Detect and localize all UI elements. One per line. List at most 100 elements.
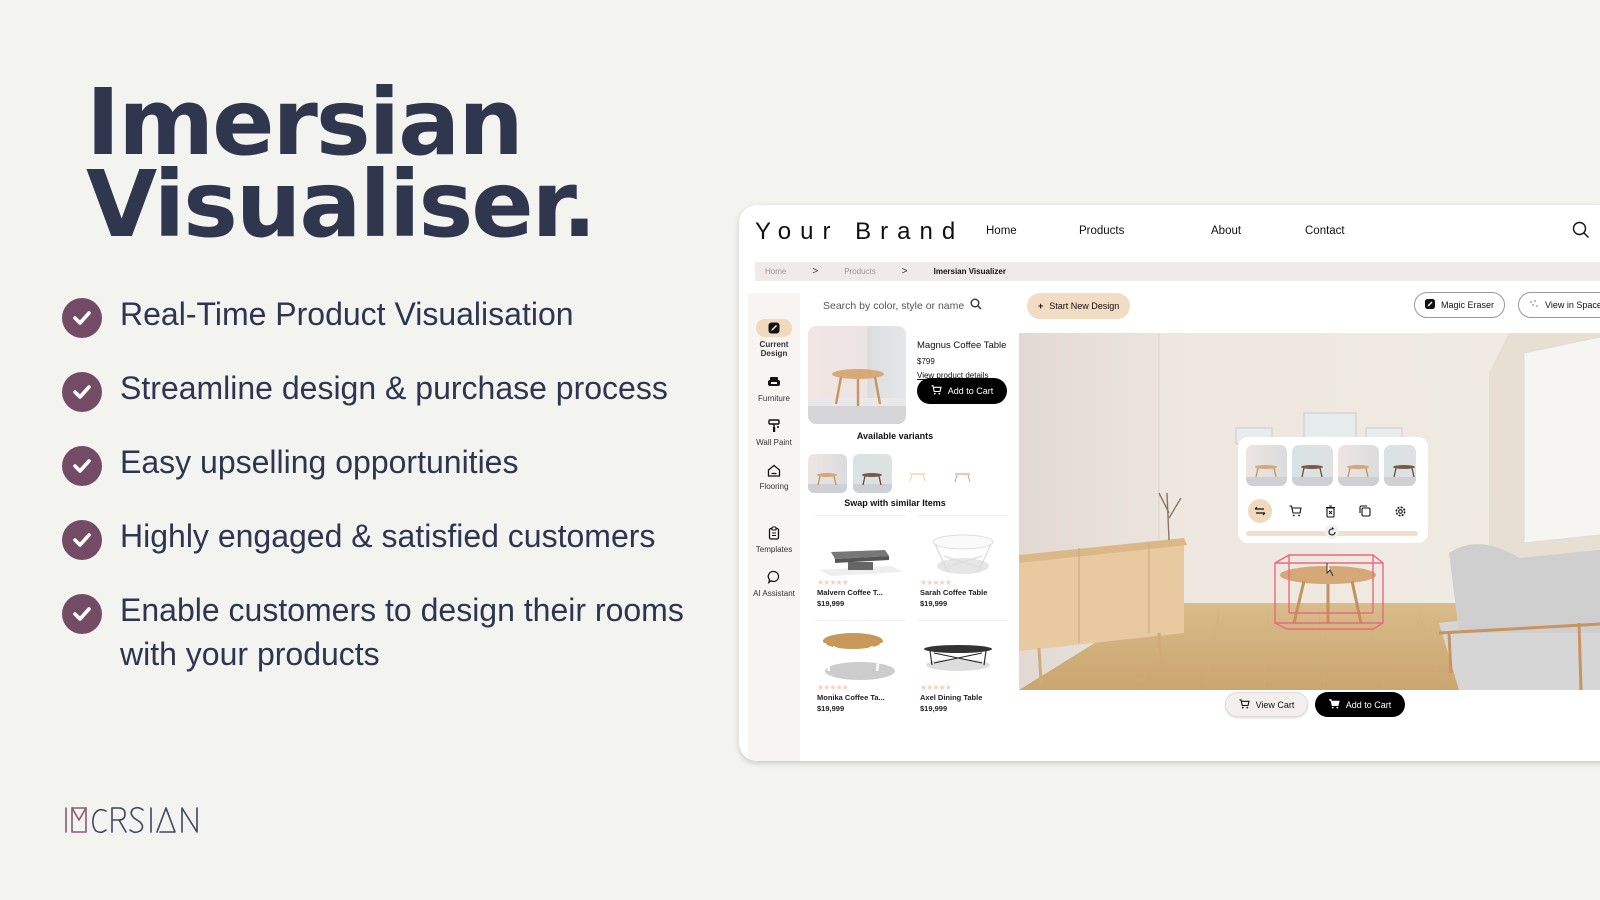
settings-icon[interactable]	[1388, 499, 1412, 523]
duplicate-icon[interactable]	[1353, 499, 1377, 523]
popup-variant-thumb[interactable]	[1384, 445, 1416, 486]
popup-variant-thumb[interactable]	[1338, 445, 1379, 486]
popup-variant-thumb[interactable]	[1292, 445, 1333, 486]
rotate-icon[interactable]	[1325, 525, 1339, 539]
similar-item-price: $19,999	[817, 704, 845, 713]
similar-item-card[interactable]: ★★★★★ Axel Dining Table $19,999	[918, 620, 1008, 720]
search-icon[interactable]	[1572, 221, 1590, 244]
sidebar-item-label: Furniture	[757, 394, 790, 403]
edit-icon	[756, 319, 792, 337]
rotation-slider[interactable]	[1246, 525, 1418, 539]
magic-eraser-label: Magic Eraser	[1441, 300, 1495, 310]
variant-thumb[interactable]	[943, 454, 982, 493]
swap-similar-heading: Swap with similar Items	[844, 498, 946, 508]
feature-list: Real-Time Product Visualisation Streamli…	[62, 296, 712, 712]
similar-item-card[interactable]: ★★★★★ Monika Coffee Ta... $19,999	[815, 620, 905, 720]
add-to-cart-bottom-button[interactable]: Add to Cart	[1315, 692, 1405, 717]
home-icon	[756, 461, 792, 479]
similar-item-image	[932, 534, 994, 574]
sidebar-item-furniture[interactable]: Furniture	[748, 373, 800, 403]
paint-roller-icon	[756, 417, 792, 435]
similar-item-price: $19,999	[817, 599, 845, 608]
similar-item-image	[823, 633, 895, 680]
similar-item-image	[924, 645, 992, 671]
breadcrumb-current: Imersian Visualizer	[933, 267, 1006, 276]
similar-item-card[interactable]: ★★★★★ Sarah Coffee Table $19,999	[918, 515, 1008, 615]
sidebar-item-templates[interactable]: Templates	[748, 524, 800, 554]
imersian-logo	[64, 805, 206, 840]
cart-icon	[1327, 698, 1340, 711]
start-new-design-button[interactable]: + Start New Design	[1027, 293, 1131, 319]
plus-icon: +	[1038, 301, 1044, 311]
product-image[interactable]	[808, 326, 906, 424]
view-in-space-label: View in Space	[1545, 300, 1600, 310]
search-placeholder: Search by color, style or name	[823, 299, 965, 312]
breadcrumb-home[interactable]: Home	[765, 267, 786, 276]
add-to-cart-bottom-label: Add to Cart	[1345, 699, 1392, 710]
available-variants-heading: Available variants	[856, 431, 934, 441]
sidebar-item-wall-paint[interactable]: Wall Paint	[748, 417, 800, 447]
imersian-logo-mark	[65, 806, 198, 834]
breadcrumb-products[interactable]: Products	[844, 267, 876, 276]
chevron-right-icon: >	[812, 266, 819, 277]
nav-about[interactable]: About	[1211, 225, 1241, 237]
hero-title-line2: Visualiser.	[86, 151, 597, 258]
cart-icon	[1239, 698, 1250, 711]
start-new-design-label: Start New Design	[1049, 301, 1120, 311]
view-cart-label: View Cart	[1255, 699, 1295, 710]
feature-text: Enable customers to design their rooms w…	[120, 592, 684, 672]
product-title: Magnus Coffee Table	[917, 340, 1007, 351]
check-circle-icon	[62, 298, 102, 338]
feature-text: Easy upselling opportunities	[120, 444, 519, 480]
sidebar: Current Design Furniture Wall Paint Floo…	[748, 293, 800, 761]
view-cart-button[interactable]: View Cart	[1225, 692, 1308, 717]
hero-title: Imersian Visualiser.	[86, 77, 597, 258]
product-price: $799	[917, 357, 935, 366]
check-circle-icon	[62, 372, 102, 412]
similar-item-price: $19,999	[920, 704, 948, 713]
variant-thumb[interactable]	[808, 454, 847, 493]
sidebar-item-flooring[interactable]: Flooring	[748, 461, 800, 491]
nav-products[interactable]: Products	[1079, 225, 1124, 237]
armchair-icon	[756, 373, 792, 391]
feature-item: Highly engaged & satisfied customers	[62, 518, 712, 560]
sidebar-item-label: Wall Paint	[756, 438, 792, 447]
nav-contact[interactable]: Contact	[1305, 225, 1345, 237]
add-to-cart-label: Add to Cart	[947, 386, 994, 396]
search-input[interactable]: Search by color, style or name	[823, 298, 982, 313]
room-3d-viewport[interactable]	[1019, 333, 1600, 690]
sidebar-item-ai-assistant[interactable]: AI Assistant	[748, 568, 800, 598]
rating-stars: ★★★★★	[817, 683, 849, 692]
magic-eraser-icon	[1425, 299, 1435, 311]
rating-stars: ★★★★★	[920, 578, 952, 587]
search-icon[interactable]	[970, 298, 982, 313]
feature-text: Streamline design & purchase process	[120, 370, 668, 406]
chat-icon	[756, 568, 792, 586]
similar-item-name: Malvern Coffee T...	[817, 588, 883, 597]
nav-home[interactable]: Home	[986, 225, 1017, 237]
swap-icon[interactable]	[1248, 499, 1272, 523]
sidebar-item-current-design[interactable]: Current Design	[748, 319, 800, 358]
feature-item: Enable customers to design their rooms w…	[62, 592, 712, 676]
popup-variant-thumb[interactable]	[1246, 445, 1287, 486]
variant-thumb[interactable]	[853, 454, 892, 493]
similar-item-price: $19,999	[920, 599, 948, 608]
cart-icon	[931, 385, 942, 397]
sidebar-item-label: Current Design	[759, 340, 789, 358]
similar-item-card[interactable]: ★★★★★ Malvern Coffee T... $19,999	[815, 515, 905, 615]
view-in-space-button[interactable]: View in Space	[1518, 292, 1600, 318]
similar-item-name: Sarah Coffee Table	[920, 588, 988, 597]
add-to-cart-button[interactable]: Add to Cart	[917, 378, 1007, 404]
brand-logo[interactable]: Your Brand	[755, 218, 964, 246]
feature-text: Highly engaged & satisfied customers	[120, 518, 656, 554]
feature-item: Real-Time Product Visualisation	[62, 296, 712, 338]
cart-icon[interactable]	[1283, 499, 1307, 523]
check-circle-icon	[62, 446, 102, 486]
similar-item-image	[819, 550, 903, 576]
sidebar-item-label: AI Assistant	[753, 589, 795, 598]
variant-thumb[interactable]	[898, 454, 937, 493]
check-circle-icon	[62, 594, 102, 634]
chevron-right-icon: >	[901, 266, 908, 277]
delete-icon[interactable]	[1318, 499, 1342, 523]
magic-eraser-button[interactable]: Magic Eraser	[1414, 292, 1506, 318]
